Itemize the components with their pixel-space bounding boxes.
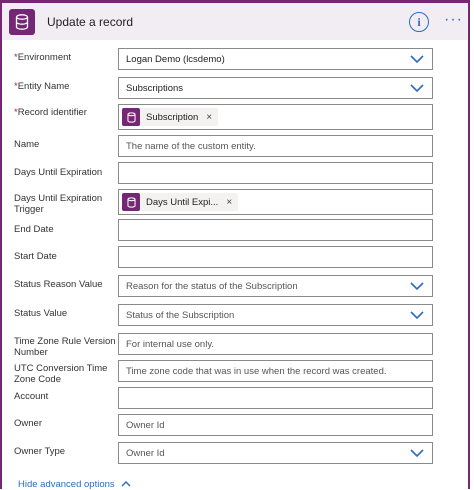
chevron-down-icon xyxy=(410,311,424,320)
field-label: Start Date xyxy=(14,251,57,262)
environment-dropdown[interactable]: Logan Demo (lcsdemo) xyxy=(118,48,433,70)
card-header[interactable]: Update a record i ··· xyxy=(2,0,468,40)
remove-token-icon[interactable]: × xyxy=(206,112,212,123)
field-placeholder: Owner Id xyxy=(126,447,165,459)
field-label: Days Until Expiration xyxy=(14,167,103,178)
field-placeholder: Time zone code that was in use when the … xyxy=(126,365,387,377)
chevron-up-icon xyxy=(121,481,131,487)
field-placeholder: The name of the custom entity. xyxy=(126,140,256,152)
chevron-down-icon xyxy=(410,55,424,64)
start-date-input[interactable] xyxy=(118,246,433,268)
status-value-dropdown[interactable]: Status of the Subscription xyxy=(118,304,433,326)
field-label: *Environment xyxy=(14,52,72,63)
field-placeholder: Reason for the status of the Subscriptio… xyxy=(126,280,298,292)
token-label: Subscription xyxy=(146,111,199,123)
field-label: Days Until Expiration Trigger xyxy=(14,193,103,215)
field-placeholder: For internal use only. xyxy=(126,338,215,350)
field-label: Status Value xyxy=(14,308,68,319)
days-until-expiration-trigger-input[interactable]: Days Until Expi... × xyxy=(118,189,433,215)
days-until-expiration-input[interactable] xyxy=(118,162,433,184)
field-value: Subscriptions xyxy=(126,82,184,94)
field-placeholder: Owner Id xyxy=(126,419,165,431)
utc-conversion-time-zone-input[interactable]: Time zone code that was in use when the … xyxy=(118,360,433,382)
field-placeholder: Status of the Subscription xyxy=(126,309,235,321)
chevron-down-icon xyxy=(410,84,424,93)
name-input[interactable]: The name of the custom entity. xyxy=(118,135,433,157)
database-icon xyxy=(122,193,140,211)
field-label: UTC Conversion Time Zone Code xyxy=(14,363,108,385)
field-label: *Record identifier xyxy=(14,107,87,118)
chevron-down-icon xyxy=(410,282,424,291)
record-identifier-input[interactable]: Subscription × xyxy=(118,104,433,130)
dynamic-content-token[interactable]: Subscription × xyxy=(122,108,219,126)
field-label: Time Zone Rule Version Number xyxy=(14,336,116,358)
token-label: Days Until Expi... xyxy=(146,196,219,208)
field-label: Owner xyxy=(14,418,42,429)
field-label: Owner Type xyxy=(14,446,66,457)
entity-name-dropdown[interactable]: Subscriptions xyxy=(118,77,433,99)
database-icon xyxy=(122,108,140,126)
hide-advanced-options-link[interactable]: Hide advanced options xyxy=(18,479,131,490)
dynamic-content-token[interactable]: Days Until Expi... × xyxy=(122,193,239,211)
card-title: Update a record xyxy=(47,15,134,29)
field-label: Account xyxy=(14,391,49,402)
end-date-input[interactable] xyxy=(118,219,433,241)
field-label: *Entity Name xyxy=(14,81,70,92)
link-label: Hide advanced options xyxy=(18,479,115,490)
field-label: End Date xyxy=(14,224,54,235)
update-record-card: Update a record i ··· *Environment Logan… xyxy=(0,0,470,490)
database-icon xyxy=(9,9,35,35)
owner-type-dropdown[interactable]: Owner Id xyxy=(118,442,433,464)
chevron-down-icon xyxy=(410,449,424,458)
time-zone-rule-version-input[interactable]: For internal use only. xyxy=(118,333,433,355)
account-input[interactable] xyxy=(118,387,433,409)
more-options-icon[interactable]: ··· xyxy=(444,11,463,29)
field-value: Logan Demo (lcsdemo) xyxy=(126,53,225,65)
field-label: Name xyxy=(14,139,40,150)
info-icon[interactable]: i xyxy=(409,12,429,32)
field-label: Status Reason Value xyxy=(14,279,103,290)
owner-input[interactable]: Owner Id xyxy=(118,414,433,436)
status-reason-dropdown[interactable]: Reason for the status of the Subscriptio… xyxy=(118,275,433,297)
remove-token-icon[interactable]: × xyxy=(226,197,232,208)
